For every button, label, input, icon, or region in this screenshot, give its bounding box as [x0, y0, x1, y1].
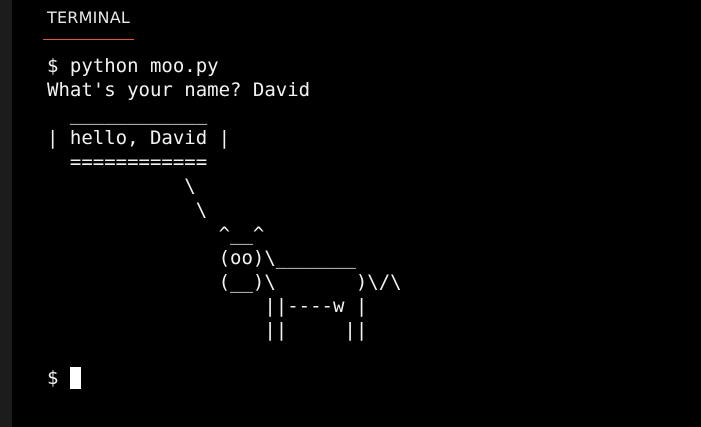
tab-terminal[interactable]: TERMINAL	[43, 6, 134, 40]
active-tab-indicator	[43, 39, 134, 40]
tab-terminal-label: TERMINAL	[47, 8, 130, 27]
text-cursor	[69, 367, 81, 389]
cowsay-output: ____________ | hello, David | ==========…	[47, 103, 402, 341]
terminal-window: TERMINAL $ python moo.py What's your nam…	[0, 0, 701, 427]
command-line: $ python moo.py	[47, 55, 219, 77]
name-prompt-line: What's your name? David	[47, 79, 311, 101]
shell-prompt[interactable]: $	[47, 366, 687, 390]
terminal-output[interactable]: $ python moo.py What's your name? David …	[47, 54, 687, 414]
left-panel-edge	[0, 0, 12, 427]
tab-bar: TERMINAL	[12, 0, 701, 40]
prompt-symbol: $	[47, 367, 70, 389]
